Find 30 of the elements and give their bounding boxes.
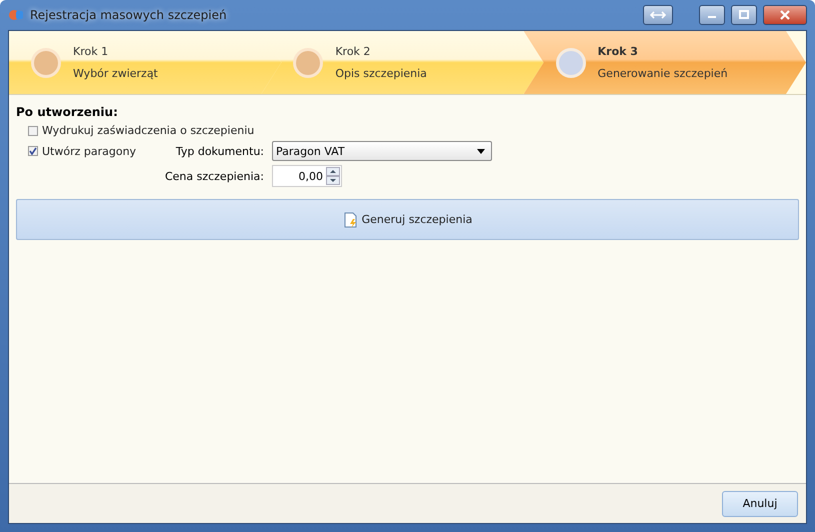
checkbox[interactable]: Utwórz paragony bbox=[28, 144, 160, 158]
window-title: Rejestracja masowych szczepień bbox=[30, 8, 228, 22]
minimize-button[interactable] bbox=[699, 5, 725, 25]
step-subtitle: Generowanie szczepień bbox=[598, 67, 728, 80]
document-type-dropdown[interactable]: Paragon VAT bbox=[272, 141, 492, 161]
field-label: Typ dokumentu: bbox=[174, 144, 265, 158]
step-subtitle: Opis szczepienia bbox=[335, 67, 427, 80]
field-label: Cena szczepienia: bbox=[164, 170, 265, 182]
step-title: Krok 2 bbox=[335, 45, 372, 58]
app-icon bbox=[8, 7, 24, 23]
generate-button[interactable]: Generuj szczepienia bbox=[16, 199, 799, 240]
checkbox[interactable]: Wydrukuj zaświadczenia o szczepieniu bbox=[28, 124, 492, 137]
step-title: Krok 1 bbox=[73, 45, 110, 58]
step-title: Krok 3 bbox=[598, 45, 639, 58]
document-lightning-icon bbox=[342, 212, 359, 228]
dropdown-arrow-icon bbox=[477, 148, 485, 154]
price-spinner[interactable]: 0,00 bbox=[272, 165, 342, 187]
maximize-button[interactable] bbox=[731, 5, 757, 25]
step-subtitle: Wybór zwierząt bbox=[73, 67, 158, 80]
section-title: Po utworzeniu: bbox=[16, 105, 119, 119]
cancel-button[interactable]: Anuluj bbox=[722, 490, 798, 516]
double-arrow-icon bbox=[650, 10, 666, 20]
step-circle-icon bbox=[293, 48, 324, 78]
step-circle-icon bbox=[556, 48, 586, 78]
maximize-icon bbox=[739, 10, 749, 20]
close-button[interactable] bbox=[763, 5, 807, 25]
checkmark-icon bbox=[29, 147, 37, 155]
close-icon bbox=[779, 10, 791, 20]
step-circle-icon bbox=[31, 48, 61, 78]
resize-button[interactable] bbox=[643, 5, 673, 25]
